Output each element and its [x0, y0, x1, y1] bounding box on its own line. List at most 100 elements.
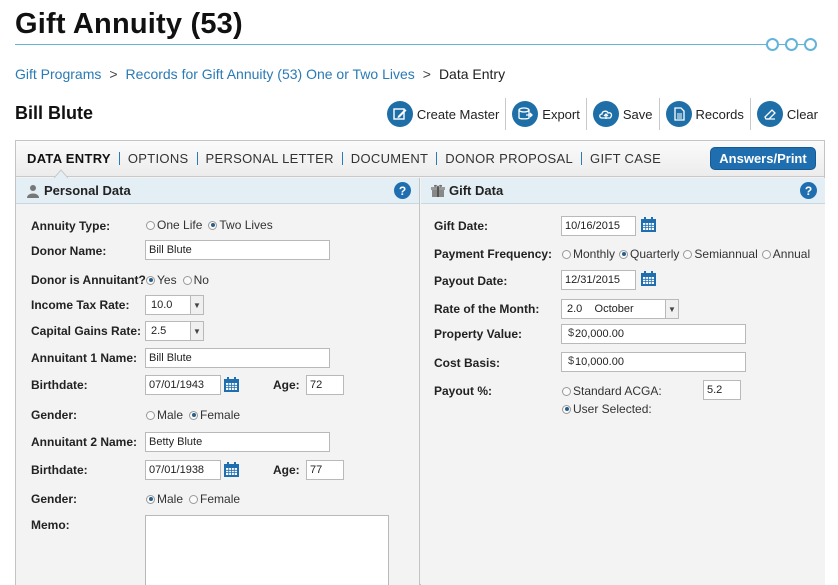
- income-tax-rate-label: Income Tax Rate:: [31, 298, 130, 312]
- calendar-icon[interactable]: [223, 461, 240, 478]
- calendar-icon[interactable]: [640, 270, 657, 287]
- gender-2-female[interactable]: Female: [189, 492, 240, 506]
- gender-1-radio-group: Male Female: [146, 408, 240, 422]
- payout-date-input[interactable]: 12/31/2015: [561, 270, 636, 290]
- donor-is-annuitant-yes[interactable]: Yes: [146, 273, 177, 287]
- breadcrumb: Gift Programs > Records for Gift Annuity…: [15, 66, 505, 82]
- gift-data-section: Gift Data ? Gift Date: 10/16/2015 Paymen…: [421, 178, 825, 585]
- radio-button[interactable]: [182, 275, 192, 285]
- radio-button-selected[interactable]: [619, 249, 629, 259]
- save-button[interactable]: Save: [585, 98, 659, 130]
- help-icon[interactable]: ?: [800, 182, 817, 199]
- birthdate-1-input[interactable]: 07/01/1943: [145, 375, 221, 395]
- annuitant-2-name-input[interactable]: Betty Blute: [145, 432, 330, 452]
- progress-dot: [804, 38, 817, 51]
- age-2-label: Age:: [273, 463, 300, 477]
- donor-name-label: Donor Name:: [31, 244, 107, 258]
- radio-button[interactable]: [683, 249, 693, 259]
- radio-button[interactable]: [146, 220, 155, 230]
- annuitant-2-name-label: Annuitant 2 Name:: [31, 435, 138, 449]
- page-title: Gift Annuity (53): [15, 8, 243, 40]
- clear-button[interactable]: Clear: [749, 98, 824, 130]
- cost-basis-input[interactable]: 10,000.00: [561, 352, 746, 372]
- radio-button-selected[interactable]: [146, 494, 155, 504]
- records-label: Records: [695, 106, 744, 122]
- payment-frequency-monthly[interactable]: Monthly: [562, 247, 615, 261]
- payout-user-selected-option: User Selected:: [562, 402, 652, 416]
- annuitant-1-name-input[interactable]: Bill Blute: [145, 348, 330, 368]
- export-label: Export: [542, 106, 580, 122]
- rate-of-month-select[interactable]: 2.0 October ▼: [561, 299, 679, 319]
- payment-frequency-quarterly[interactable]: Quarterly: [619, 247, 679, 261]
- payment-frequency-annual[interactable]: Annual: [761, 247, 810, 261]
- calendar-icon[interactable]: [223, 376, 240, 393]
- radio-button-selected[interactable]: [189, 410, 199, 420]
- age-1-label: Age:: [273, 378, 300, 392]
- radio-button[interactable]: [562, 386, 571, 396]
- payout-user-selected[interactable]: User Selected:: [562, 402, 652, 416]
- gift-date-input[interactable]: 10/16/2015: [561, 216, 636, 236]
- radio-button[interactable]: [146, 410, 155, 420]
- gender-1-female[interactable]: Female: [189, 408, 240, 422]
- personal-data-header: Personal Data ?: [16, 178, 419, 204]
- annuity-type-two-lives[interactable]: Two Lives: [208, 218, 273, 232]
- answers-print-button[interactable]: Answers/Print: [710, 147, 816, 170]
- breadcrumb-records[interactable]: Records for Gift Annuity (53) One or Two…: [126, 66, 415, 82]
- breadcrumb-gift-programs[interactable]: Gift Programs: [15, 66, 101, 82]
- annuity-type-one-life[interactable]: One Life: [146, 218, 202, 232]
- annuitant-1-name-label: Annuitant 1 Name:: [31, 351, 138, 365]
- chevron-down-icon: ▼: [665, 300, 678, 318]
- help-icon[interactable]: ?: [394, 182, 411, 199]
- payout-standard-acga[interactable]: Standard ACGA:: [562, 384, 662, 398]
- property-value-label: Property Value:: [434, 327, 523, 341]
- tab-data-entry[interactable]: DATA ENTRY: [27, 152, 119, 165]
- memo-textarea[interactable]: [145, 515, 389, 585]
- property-value-input[interactable]: 20,000.00: [561, 324, 746, 344]
- birthdate-2-input[interactable]: 07/01/1938: [145, 460, 221, 480]
- payout-percent-input[interactable]: 5.2: [703, 380, 741, 400]
- annuity-type-radio-group: One Life Two Lives: [146, 218, 273, 232]
- donor-name-input[interactable]: Bill Blute: [145, 240, 330, 260]
- records-button[interactable]: Records: [658, 98, 750, 130]
- gift-data-header: Gift Data ?: [421, 178, 825, 204]
- gift-date-label: Gift Date:: [434, 219, 488, 233]
- gift-icon: [431, 184, 445, 197]
- toolbar: Create Master Export Save Records Clear: [381, 98, 824, 130]
- tab-gift-case[interactable]: GIFT CASE: [581, 152, 669, 165]
- gift-data-title: Gift Data: [449, 183, 504, 198]
- record-name: Bill Blute: [15, 103, 94, 123]
- age-2-input[interactable]: 77: [306, 460, 344, 480]
- breadcrumb-separator: >: [422, 66, 431, 82]
- breadcrumb-current: Data Entry: [438, 66, 506, 82]
- donor-is-annuitant-no[interactable]: No: [182, 273, 209, 287]
- eraser-icon: [756, 101, 783, 127]
- memo-label: Memo:: [31, 518, 70, 532]
- gender-1-male[interactable]: Male: [146, 408, 183, 422]
- payout-date-label: Payout Date:: [434, 274, 508, 288]
- tab-donor-proposal[interactable]: DONOR PROPOSAL: [436, 152, 581, 165]
- capital-gains-rate-select[interactable]: 2.5 ▼: [145, 321, 204, 341]
- chevron-down-icon: ▼: [190, 296, 203, 314]
- currency-symbol: $: [568, 355, 575, 367]
- title-divider: [15, 44, 770, 45]
- calendar-icon[interactable]: [640, 216, 657, 233]
- income-tax-rate-select[interactable]: 10.0 ▼: [145, 295, 204, 315]
- cost-basis-label: Cost Basis:: [434, 356, 501, 370]
- tab-personal-letter[interactable]: PERSONAL LETTER: [196, 152, 342, 165]
- create-master-button[interactable]: Create Master: [381, 98, 505, 130]
- radio-button-selected[interactable]: [562, 404, 571, 414]
- radio-button-selected[interactable]: [146, 275, 155, 285]
- radio-button[interactable]: [761, 249, 771, 259]
- radio-button[interactable]: [562, 249, 571, 259]
- age-1-input[interactable]: 72: [306, 375, 344, 395]
- payment-frequency-semiannual[interactable]: Semiannual: [683, 247, 758, 261]
- radio-button-selected[interactable]: [208, 220, 218, 230]
- currency-symbol: $: [568, 327, 575, 339]
- annuity-type-label: Annuity Type:: [31, 219, 111, 233]
- tab-document[interactable]: DOCUMENT: [341, 152, 437, 165]
- gender-2-male[interactable]: Male: [146, 492, 183, 506]
- export-button[interactable]: Export: [505, 98, 586, 130]
- progress-dots: [766, 38, 817, 51]
- radio-button[interactable]: [189, 494, 199, 504]
- tab-options[interactable]: OPTIONS: [118, 152, 197, 165]
